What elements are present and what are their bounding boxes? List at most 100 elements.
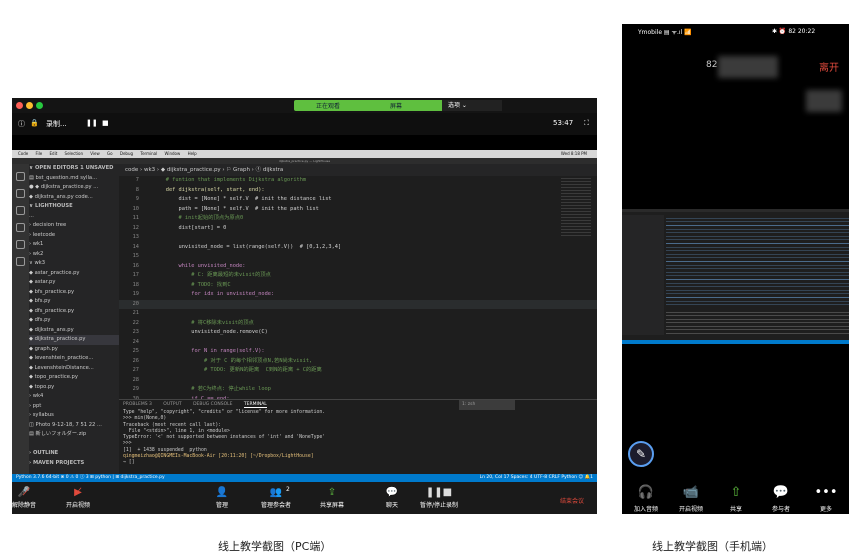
minimize-window-dot[interactable] xyxy=(26,102,33,109)
code-line[interactable]: 15 xyxy=(119,252,597,262)
status-left[interactable]: Python 3.7.6 64-bit ⊗ 0 ⚠ 0 ⓘ 3 ⊞ python… xyxy=(16,474,165,482)
sidebar-item[interactable]: ▤ bst_question.md sylla... xyxy=(29,174,119,184)
sidebar-item[interactable]: › decision tree xyxy=(29,221,119,231)
source-control-icon[interactable] xyxy=(16,206,25,215)
sidebar-item[interactable]: ◆ topo_practice.py xyxy=(29,373,119,383)
phone-bottom-icon[interactable]: 📹 xyxy=(671,485,711,500)
sidebar-item[interactable]: › leetcode xyxy=(29,231,119,241)
sidebar-section-header[interactable]: ∨ LIGHTHOUSE xyxy=(29,202,119,212)
info-icon[interactable]: ⓘ xyxy=(18,119,25,129)
sidebar-item[interactable]: ◆ bfs_practice.py xyxy=(29,288,119,298)
code-line[interactable]: 28 xyxy=(119,376,597,386)
sidebar-item[interactable]: › syllabus xyxy=(29,411,119,421)
code-line[interactable]: 22 # 将C移除未visit的顶点 xyxy=(119,319,597,329)
sidebar-item[interactable] xyxy=(29,440,119,450)
phone-bottom-icon[interactable]: ⇧ xyxy=(716,485,756,500)
sidebar-item[interactable]: ● ◆ dijkstra_practice.py ... xyxy=(29,183,119,193)
debug-icon[interactable] xyxy=(16,223,25,232)
sidebar-item[interactable]: ◆ bfs.py xyxy=(29,297,119,307)
code-line[interactable]: 8 def dijkstra(self, start, end): xyxy=(119,186,597,196)
video-off-icon[interactable]: ▶̸ xyxy=(58,487,98,498)
terminal-output[interactable]: Type "help", "copyright", "credits" or "… xyxy=(119,410,597,467)
phone-bottom-icon[interactable]: 🎧 xyxy=(626,485,666,500)
participants-icon[interactable]: 👥 xyxy=(256,487,296,498)
share-screen-icon[interactable]: ⇪ xyxy=(312,487,352,498)
sidebar-item[interactable]: ◆ dijkstra_ans.py code... xyxy=(29,193,119,203)
start-video-button[interactable]: 开启视频 xyxy=(58,500,98,509)
code-line[interactable]: 24 xyxy=(119,338,597,348)
sidebar-item[interactable]: ◆ dfs_practice.py xyxy=(29,307,119,317)
extensions-icon[interactable] xyxy=(16,240,25,249)
code-editor[interactable]: code › wk3 › ◆ dijkstra_practice.py › ⚐ … xyxy=(119,164,597,430)
sidebar-item[interactable]: › ppt xyxy=(29,402,119,412)
pause-icon[interactable]: ❚❚ xyxy=(86,119,98,127)
mute-mic-icon[interactable]: 🎤̸ xyxy=(12,487,44,498)
menu-file[interactable]: File xyxy=(36,151,43,156)
menu-go[interactable]: Go xyxy=(107,151,113,156)
search-icon[interactable] xyxy=(16,189,25,198)
code-line[interactable]: 29 # 若C为终点: 停止while loop xyxy=(119,385,597,395)
sidebar-item[interactable]: ◆ LevenshteinDistance... xyxy=(29,364,119,374)
code-line[interactable]: 25 for N in range(self.V): xyxy=(119,347,597,357)
stop-icon[interactable]: ■ xyxy=(102,119,109,127)
code-line[interactable]: 27 # TODO: 更新N的距离 C到N的距离 + C的距离 xyxy=(119,366,597,376)
end-meeting-button[interactable]: 结束会议 xyxy=(552,496,592,505)
sidebar-item[interactable]: ∨ wk3 xyxy=(29,259,119,269)
phone-bottom-icon[interactable]: ••• xyxy=(806,485,846,500)
sidebar-item[interactable]: › wk1 xyxy=(29,240,119,250)
code-line[interactable]: 23 unvisited_node.remove(C) xyxy=(119,328,597,338)
code-line[interactable]: 16 while unvisited_node: xyxy=(119,262,597,272)
code-line[interactable]: 17 # C: 距离最短的未visit的顶点 xyxy=(119,271,597,281)
menu-debug[interactable]: Debug xyxy=(120,151,133,156)
explorer-icon[interactable] xyxy=(16,172,25,181)
menu-view[interactable]: View xyxy=(90,151,100,156)
manage-button[interactable]: 管理 xyxy=(202,500,242,509)
terminal-select[interactable]: 1: zsh xyxy=(459,400,516,410)
code-line[interactable]: 26 # 对于 C 的每个相邻顶点N,若N尚未visit, xyxy=(119,357,597,367)
tab-debug-console[interactable]: DEBUG CONSOLE xyxy=(193,402,232,407)
code-line[interactable]: 18 # TODO: 找到C xyxy=(119,281,597,291)
sidebar-section-header[interactable]: ∨ OPEN EDITORS 1 UNSAVED xyxy=(29,164,119,174)
participants-button[interactable]: 管理参会者 xyxy=(256,500,296,509)
sidebar-item[interactable]: ◆ levenshtein_practice... xyxy=(29,354,119,364)
chat-button[interactable]: 聊天 xyxy=(372,500,412,509)
options-button[interactable]: 选项 ⌄ xyxy=(442,100,502,111)
tab-output[interactable]: OUTPUT xyxy=(163,402,181,407)
leave-button[interactable]: 离开 xyxy=(819,59,839,74)
sidebar-item[interactable]: ▤ 新しいフォルダー.zip xyxy=(29,430,119,440)
sidebar-item[interactable]: ◆ topo.py xyxy=(29,383,119,393)
zoom-window-dot[interactable] xyxy=(36,102,43,109)
sidebar-item[interactable]: › wk4 xyxy=(29,392,119,402)
code-line[interactable]: 7 # funtion that implements Dijkstra alg… xyxy=(119,176,597,186)
code-line[interactable]: 14 unvisited_node = list(range(self.V)) … xyxy=(119,243,597,253)
manage-icon[interactable]: 👤 xyxy=(202,487,242,498)
sidebar-item[interactable]: › wk2 xyxy=(29,250,119,260)
sidebar-item[interactable]: ◆ dijkstra_practice.py xyxy=(29,335,119,345)
sidebar-item[interactable]: ◆ dfs.py xyxy=(29,316,119,326)
sidebar-item[interactable]: ◫ Photo 9-12-18, 7 51 22 ... xyxy=(29,421,119,431)
code-line[interactable]: 19 for idx in unvisited_node: xyxy=(119,290,597,300)
record-button[interactable]: 暂停/停止录制 xyxy=(412,500,466,509)
test-icon[interactable] xyxy=(16,257,25,266)
annotate-pencil-icon[interactable]: ✎ xyxy=(628,441,654,467)
expand-icon[interactable]: ⛶ xyxy=(584,119,589,128)
phone-bottom-icon[interactable]: 💬 xyxy=(761,485,801,500)
sidebar-item[interactable]: ◆ astar.py xyxy=(29,278,119,288)
sidebar-item[interactable]: ◆ graph.py xyxy=(29,345,119,355)
menu-code[interactable]: Code xyxy=(18,151,28,156)
code-line[interactable]: 10 path = [None] * self.V # init the pat… xyxy=(119,205,597,215)
sidebar-section-header[interactable]: › MAVEN PROJECTS xyxy=(29,459,119,469)
phone-bottom-label[interactable]: 更多 xyxy=(806,504,846,513)
code-line[interactable]: 21 xyxy=(119,309,597,319)
share-screen-button[interactable]: 共享屏幕 xyxy=(312,500,352,509)
menu-window[interactable]: Window xyxy=(165,151,181,156)
phone-bottom-label[interactable]: 参与者 xyxy=(761,504,801,513)
editor-breadcrumb[interactable]: code › wk3 › ◆ dijkstra_practice.py › ⚐ … xyxy=(119,164,597,176)
menu-help[interactable]: Help xyxy=(188,151,197,156)
unmute-button[interactable]: 解除静音 xyxy=(12,500,44,509)
close-window-dot[interactable] xyxy=(16,102,23,109)
code-line[interactable]: 12 dist[start] = 0 xyxy=(119,224,597,234)
phone-bottom-label[interactable]: 共享 xyxy=(716,504,756,513)
menu-selection[interactable]: Selection xyxy=(65,151,83,156)
shared-screen-view[interactable] xyxy=(622,209,849,344)
